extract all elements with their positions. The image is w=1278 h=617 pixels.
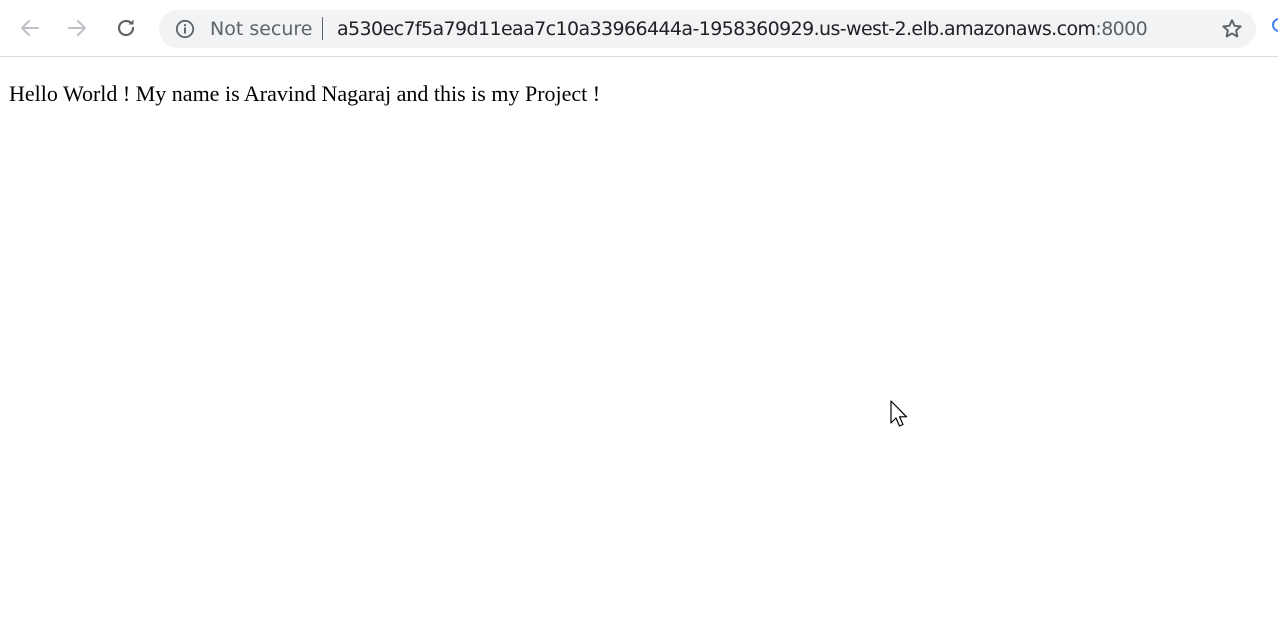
browser-toolbar: Not secure a530ec7f5a79d11eaa7c10a339664… (0, 0, 1278, 57)
extension-icon[interactable] (1272, 18, 1278, 38)
forward-button[interactable] (59, 10, 95, 46)
reload-icon (117, 19, 135, 37)
address-bar[interactable]: Not secure a530ec7f5a79d11eaa7c10a339664… (159, 10, 1256, 48)
security-status-label[interactable]: Not secure (210, 18, 313, 40)
url-text[interactable]: a530ec7f5a79d11eaa7c10a33966444a-1958360… (337, 18, 1148, 40)
star-icon[interactable] (1220, 17, 1244, 41)
url-port: :8000 (1095, 18, 1148, 40)
mouse-cursor-icon (890, 400, 908, 427)
back-button[interactable] (12, 10, 48, 46)
info-icon[interactable] (175, 19, 195, 39)
page-content: Hello World ! My name is Aravind Nagaraj… (0, 57, 1278, 617)
browser-window: Not secure a530ec7f5a79d11eaa7c10a339664… (0, 0, 1278, 617)
address-divider (322, 17, 323, 40)
url-host: a530ec7f5a79d11eaa7c10a33966444a-1958360… (337, 18, 1096, 40)
page-body-text: Hello World ! My name is Aravind Nagaraj… (9, 81, 601, 106)
reload-button[interactable] (108, 10, 144, 46)
arrow-right-icon (68, 20, 86, 36)
arrow-left-icon (21, 20, 39, 36)
